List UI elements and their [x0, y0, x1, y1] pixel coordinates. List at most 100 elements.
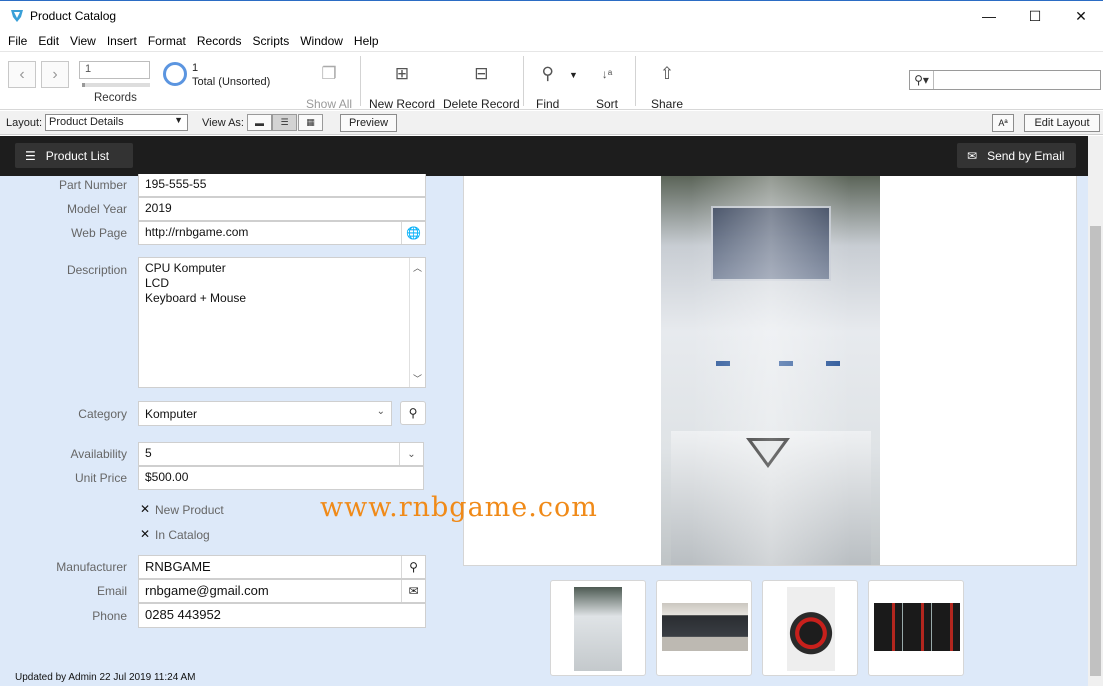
menu-file[interactable]: File [4, 34, 31, 48]
new-product-checkbox[interactable]: ✕ [139, 502, 151, 516]
menu-edit[interactable]: Edit [34, 34, 63, 48]
menu-scripts[interactable]: Scripts [249, 34, 294, 48]
found-set-pie-icon[interactable] [163, 62, 187, 86]
search-icon: ⚲▾ [910, 71, 934, 89]
maximize-icon: ☐ [1028, 7, 1042, 24]
new-product-label: New Product [155, 503, 224, 517]
close-button[interactable]: ✕ [1058, 1, 1103, 31]
category-dropdown[interactable]: Komputer ⌄ [138, 401, 392, 426]
updated-by-text: Updated by Admin 22 Jul 2019 11:24 AM [15, 672, 196, 683]
header-band: ☰ Product List ✉ Send by Email [0, 136, 1088, 176]
chevron-down-icon: ⌄ [399, 443, 423, 465]
layout-label: Layout: [6, 117, 43, 129]
description-scrollbar[interactable]: ︿ ﹀ [409, 258, 425, 387]
caret-down-icon: ▼ [174, 115, 183, 125]
page-scrollbar-thumb[interactable] [1090, 226, 1101, 676]
thumbnail-image [787, 587, 835, 671]
email-field[interactable]: rnbgame@gmail.com ✉ [138, 579, 426, 603]
unit-price-label: Unit Price [74, 471, 127, 485]
quick-find-search[interactable]: ⚲▾ [909, 70, 1101, 90]
menu-format[interactable]: Format [144, 34, 190, 48]
availability-dropdown[interactable]: 5 ⌄ [138, 442, 424, 466]
previous-record-button[interactable]: ‹ [8, 61, 36, 88]
thumbnail-1[interactable] [550, 580, 646, 676]
minimize-button[interactable]: — [966, 1, 1012, 31]
part-number-field[interactable]: 195-555-55 [138, 174, 426, 197]
menu-view[interactable]: View [66, 34, 100, 48]
menu-bar: File Edit View Insert Format Records Scr… [0, 31, 1103, 51]
in-catalog-checkbox[interactable]: ✕ [139, 527, 151, 541]
menu-insert[interactable]: Insert [103, 34, 141, 48]
current-record-input[interactable]: 1 [79, 61, 150, 79]
search-icon[interactable]: ⚲ [401, 556, 425, 578]
scroll-up-icon[interactable]: ︿ [410, 260, 425, 274]
description-field[interactable]: CPU Komputer LCD Keyboard + Mouse ︿ ﹀ [138, 257, 426, 388]
share-button[interactable]: ⇧ Share [651, 62, 683, 111]
plus-square-icon: ⊞ [394, 64, 410, 83]
thumbnail-4[interactable] [868, 580, 964, 676]
list-icon: ☰ [25, 148, 36, 163]
envelope-icon: ✉ [967, 148, 978, 163]
model-year-field[interactable]: 2019 [138, 197, 426, 221]
thumbnail-image [662, 603, 748, 651]
find-dropdown-button[interactable]: ▼ [569, 70, 578, 80]
sort-button[interactable]: ↓ᵃ Sort [596, 62, 618, 111]
share-icon: ⇧ [659, 64, 675, 83]
toolbar-divider [635, 56, 636, 106]
status-toolbar: ‹ › 1 Records 1 Total (Unsorted) ❐ Show … [0, 51, 1103, 111]
title-bar: Product Catalog — ☐ ✕ [0, 0, 1103, 31]
manufacturer-field[interactable]: RNBGAME ⚲ [138, 555, 426, 579]
caret-down-icon: ▼ [569, 70, 578, 80]
form-view-icon: ▬ [255, 117, 264, 128]
chevron-left-icon: ‹ [19, 65, 25, 83]
product-list-button[interactable]: ☰ Product List [15, 143, 133, 168]
view-as-table-button[interactable]: ▦ [298, 114, 323, 131]
layout-select[interactable]: Product Details ▼ [45, 114, 188, 131]
record-slider[interactable] [82, 83, 150, 87]
page-scrollbar[interactable] [1088, 136, 1103, 686]
layout-bar: Layout: Product Details ▼ View As: ▬ ☰ ▦… [0, 111, 1103, 135]
send-by-email-button[interactable]: ✉ Send by Email [957, 143, 1076, 168]
description-line: LCD [145, 276, 170, 290]
delete-record-button[interactable]: ⊟ Delete Record [443, 62, 520, 111]
envelope-icon[interactable]: ✉ [401, 580, 425, 602]
list-view-icon: ☰ [280, 117, 289, 127]
scroll-down-icon[interactable]: ﹀ [410, 371, 425, 385]
thumbnail-2[interactable] [656, 580, 752, 676]
unit-price-field[interactable]: $500.00 [138, 466, 424, 490]
menu-window[interactable]: Window [296, 34, 347, 48]
view-as-form-button[interactable]: ▬ [247, 114, 272, 131]
view-as-list-button[interactable]: ☰ [272, 114, 297, 131]
next-record-button[interactable]: › [41, 61, 69, 88]
in-catalog-label: In Catalog [155, 528, 210, 542]
search-icon: ⚲ [541, 64, 554, 83]
menu-records[interactable]: Records [193, 34, 246, 48]
table-view-icon: ▦ [306, 117, 315, 127]
total-label: Total (Unsorted) [192, 76, 271, 88]
phone-field[interactable]: 0285 443952 [138, 603, 426, 628]
show-all-button[interactable]: ❐ Show All [306, 62, 352, 111]
plastic-shine [691, 176, 851, 565]
part-number-label: Part Number [58, 178, 127, 192]
email-label: Email [96, 584, 127, 598]
category-search-button[interactable]: ⚲ [400, 401, 426, 425]
phone-label: Phone [92, 609, 127, 623]
category-value: Komputer [145, 407, 198, 421]
web-page-field[interactable]: http://rnbgame.com 🌐 [138, 221, 426, 245]
availability-label: Availability [70, 447, 127, 461]
find-button[interactable]: ⚲ Find [536, 62, 559, 111]
toolbar-divider [360, 56, 361, 106]
new-record-button[interactable]: ⊞ New Record [369, 62, 435, 111]
description-line: CPU Komputer [145, 261, 226, 275]
thumbnail-3[interactable] [762, 580, 858, 676]
menu-help[interactable]: Help [350, 34, 383, 48]
product-photo [661, 176, 880, 565]
edit-layout-button[interactable]: Edit Layout [1024, 114, 1100, 132]
maximize-button[interactable]: ☐ [1012, 1, 1058, 31]
preview-button[interactable]: Preview [340, 114, 397, 132]
model-year-label: Model Year [66, 202, 127, 216]
globe-icon[interactable]: 🌐 [401, 222, 425, 244]
close-icon: ✕ [1075, 7, 1087, 24]
manufacturer-value: RNBGAME [145, 559, 211, 574]
font-size-button[interactable]: Aª [992, 114, 1014, 132]
